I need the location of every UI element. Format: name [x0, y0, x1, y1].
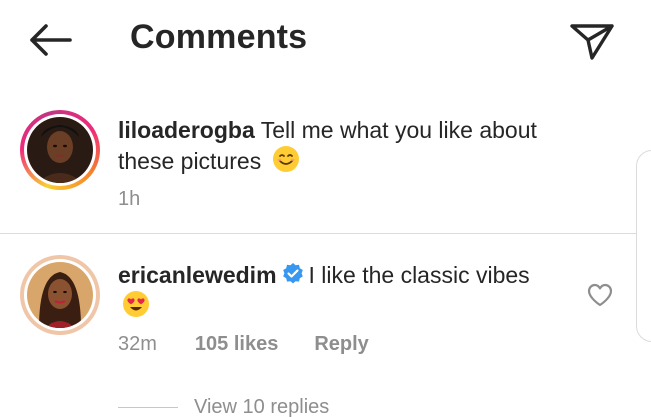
comment-username[interactable]: ericanlewedim: [118, 262, 277, 288]
edge-panel: [636, 150, 651, 342]
view-replies-button[interactable]: View 10 replies: [118, 392, 329, 417]
comment-username[interactable]: liloaderogba: [118, 117, 255, 143]
smiling-face-icon: [272, 146, 299, 172]
divider: [0, 233, 651, 234]
comment-time: 1h: [118, 188, 141, 210]
avatar: [27, 117, 93, 183]
verified-badge-icon: [282, 263, 303, 284]
comment-text: ericanlewedim I like the classic vibes: [118, 260, 558, 321]
comment-message: I like the classic vibes: [308, 262, 530, 288]
avatar-ring[interactable]: [20, 255, 100, 335]
likes-count[interactable]: 105 likes: [195, 333, 278, 356]
comment-time: 32m: [118, 333, 157, 355]
arrow-left-icon: [30, 24, 72, 56]
share-button[interactable]: [566, 16, 618, 66]
paper-plane-icon: [570, 24, 614, 60]
avatar-story-ring[interactable]: [20, 110, 100, 190]
comments-screen: Comments liloaderogba Tell me what you l…: [0, 0, 651, 417]
view-replies-label: View 10 replies: [194, 395, 330, 417]
heart-outline-icon: [587, 283, 613, 307]
back-button[interactable]: [26, 18, 74, 62]
avatar: [27, 262, 93, 328]
like-comment-button[interactable]: [586, 282, 614, 308]
comment-text: liloaderogba Tell me what you like about…: [118, 115, 588, 176]
reply-button[interactable]: Reply: [314, 333, 368, 356]
comment-meta: 1h: [118, 188, 140, 211]
replies-divider-line: [118, 406, 178, 408]
heart-eyes-face-icon: [123, 291, 149, 317]
header: Comments: [0, 0, 651, 80]
comment-meta: 32m 105 likes Reply: [118, 333, 369, 356]
page-title: Comments: [130, 18, 308, 56]
